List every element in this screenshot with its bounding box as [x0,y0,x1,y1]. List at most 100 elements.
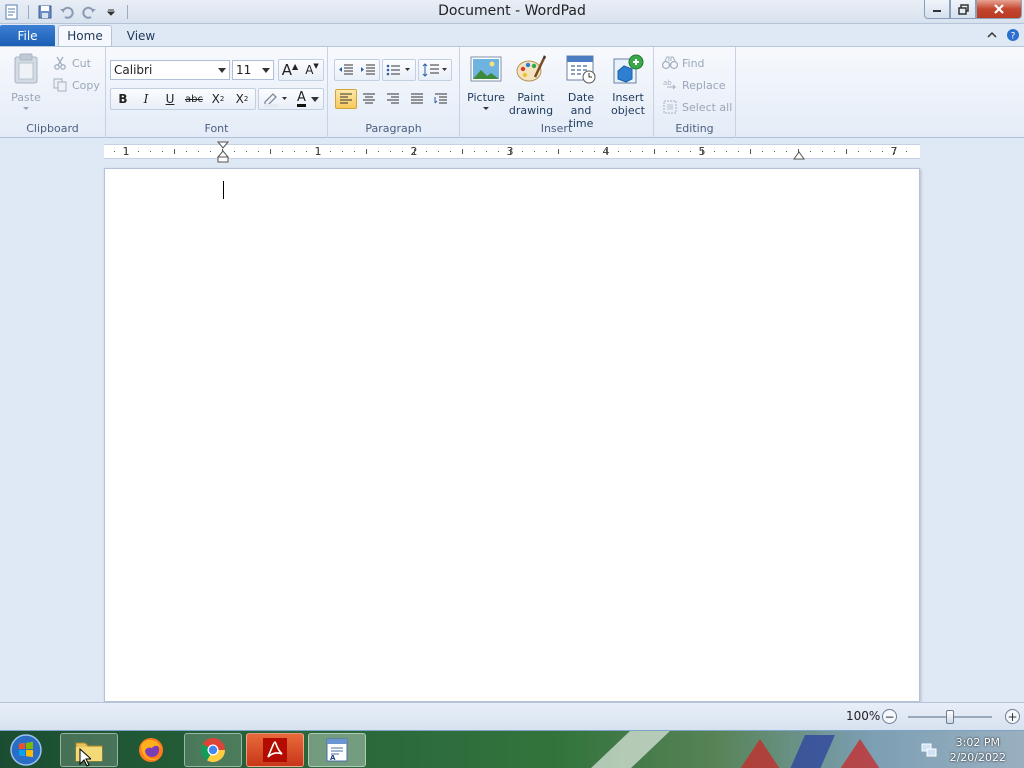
subscript-button[interactable]: X2 [207,89,229,109]
left-indent-marker-icon[interactable] [217,141,229,165]
shrink-font-button[interactable]: A ▼ [301,60,323,80]
paragraph-settings-icon[interactable] [430,89,452,109]
ruler-tick [186,151,187,152]
ruler-tick [462,149,463,154]
highlighter-icon [264,93,287,107]
superscript-button[interactable]: X2 [231,89,253,109]
acrobat-icon [263,738,287,762]
taskbar-acrobat[interactable] [246,733,304,767]
strikethrough-button[interactable]: abc [183,89,205,109]
network-icon[interactable] [920,741,938,759]
italic-button[interactable]: I [135,89,157,109]
ruler-tick [150,151,151,152]
ruler-tick [162,151,163,152]
tab-home[interactable]: Home [58,25,112,46]
chrome-icon [200,738,225,763]
underline-button[interactable]: U [159,89,181,109]
ruler-tick [378,151,379,152]
paint-label-line2: drawing [508,104,554,117]
font-group-label: Font [204,122,229,135]
paint-palette-icon [515,53,547,85]
start-button[interactable] [6,733,46,767]
taskbar-firefox[interactable] [122,733,180,767]
bullet-list-icon[interactable] [383,60,415,80]
group-editing: Find ab Replace Select all Editing [654,47,736,138]
decrease-indent-icon[interactable] [335,60,357,80]
bold-button[interactable]: B [112,89,134,109]
tab-view[interactable]: View [114,25,168,46]
select-all-label: Select all [682,100,733,114]
font-color-button[interactable]: A [292,89,324,109]
ruler-tick [210,151,211,152]
tab-file[interactable]: File [0,25,55,46]
font-size-value: 11 [236,63,252,77]
replace-label: Replace [682,78,726,92]
paste-button[interactable]: Paste [6,53,46,112]
ruler-tick [546,151,547,152]
ruler-tick [198,151,199,152]
title-bar: Document - WordPad [0,0,1024,24]
subscript-icon: 2 [219,95,225,103]
copy-button[interactable]: Copy [52,76,100,94]
font-color-group: A [258,88,324,110]
ruler-tick [726,151,727,152]
highlight-color-button[interactable] [259,89,291,109]
ruler-tick [138,151,139,152]
ruler-tick [474,151,475,152]
ruler-tick [810,151,811,152]
copy-icon [52,77,68,93]
restore-button[interactable] [950,0,976,19]
ruler-tick [882,151,883,152]
replace-icon: ab [662,77,678,93]
document-page[interactable] [104,168,920,702]
font-size-select[interactable]: 11 [232,60,274,80]
superscript-glyph: X [235,92,244,106]
font-color-chevron-down-icon [310,96,319,102]
line-spacing-icon[interactable] [419,60,451,80]
taskbar-wordpad[interactable]: A [308,733,366,767]
minimize-button[interactable] [924,0,950,19]
ruler-tick [762,151,763,152]
grow-font-button[interactable]: A ▲ [279,60,301,80]
ruler-tick [390,151,391,152]
font-style-group: B I U abc X2 X2 [110,88,256,110]
ruler-tick [714,151,715,152]
replace-button[interactable]: ab Replace [662,76,726,94]
align-right-icon[interactable] [382,89,404,109]
insert-picture-button[interactable]: Picture [466,53,506,112]
help-icon[interactable]: ? [1006,28,1020,42]
zoom-out-button[interactable]: − [882,709,897,724]
wordpad-icon: A [326,738,348,762]
align-center-icon[interactable] [358,89,380,109]
window-title: Document - WordPad [438,3,586,19]
select-all-button[interactable]: Select all [662,98,732,116]
ruler-tick [654,149,655,154]
ruler-tick [738,151,739,152]
zoom-slider-thumb[interactable] [946,710,954,724]
taskbar-clock[interactable]: 3:02 PM 2/20/2022 [950,735,1006,765]
ruler-tick [522,151,523,152]
paint-label-line1: Paint [517,91,545,104]
zoom-level: 100% [846,709,881,723]
paint-drawing-button[interactable]: Paint drawing [508,53,554,117]
align-left-icon[interactable] [335,89,357,109]
close-button[interactable] [976,0,1022,19]
picture-icon [470,53,502,85]
minimize-ribbon-chevron-icon[interactable] [985,28,999,42]
ruler-tick [282,151,283,152]
right-indent-marker-icon[interactable] [793,150,805,160]
find-button[interactable]: Find [662,54,705,72]
ruler-tick [366,149,367,154]
insert-object-button[interactable]: Insert object [608,53,648,117]
zoom-in-button[interactable]: + [1005,709,1020,724]
justify-icon[interactable] [406,89,428,109]
scissors-icon [52,55,68,71]
cut-button[interactable]: Cut [52,54,91,72]
increase-indent-icon[interactable] [357,60,379,80]
wallpaper-decoration [591,731,880,768]
taskbar-chrome[interactable] [184,733,242,767]
date-and-time-button[interactable]: Date and time [556,53,606,130]
clipboard-group-label: Clipboard [26,122,79,135]
font-family-select[interactable]: Calibri [110,60,230,80]
font-family-value: Calibri [114,63,153,77]
